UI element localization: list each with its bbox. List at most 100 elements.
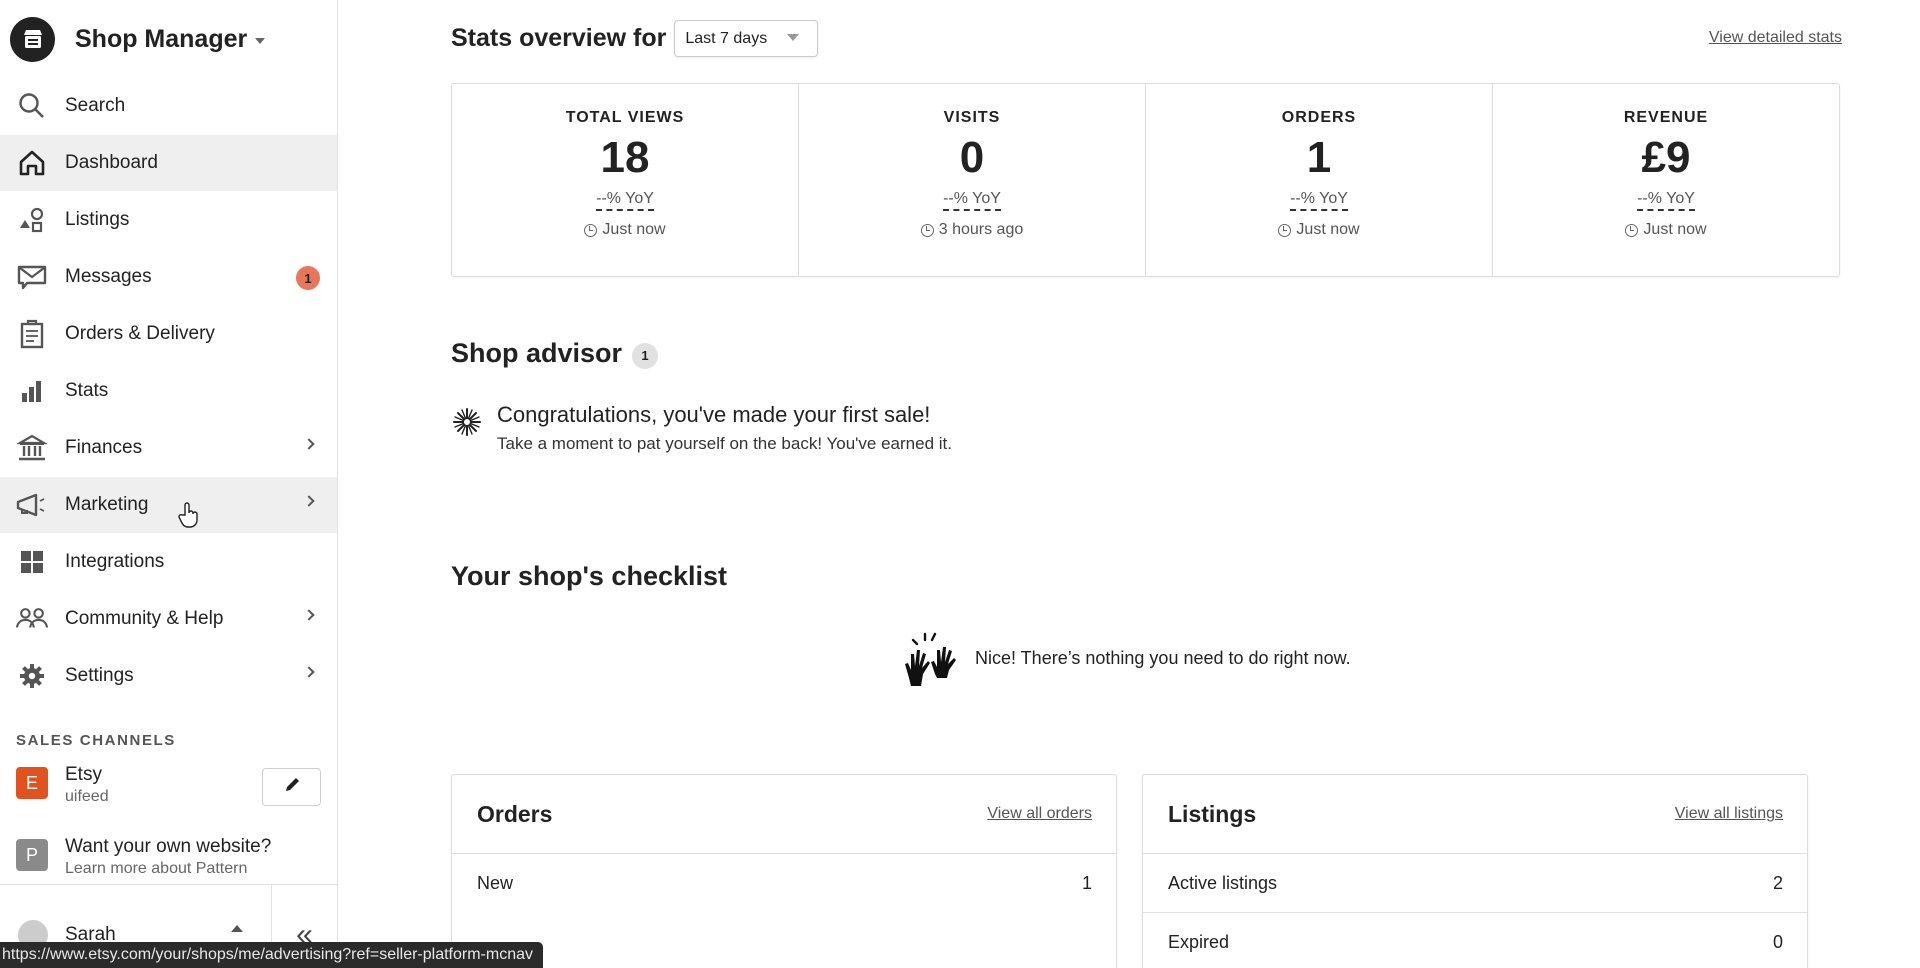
grid-icon xyxy=(16,546,48,578)
stat-yoy[interactable]: --% YoY xyxy=(596,189,654,211)
view-all-orders-link[interactable]: View all orders xyxy=(987,805,1092,823)
listings-row-active[interactable]: Active listings 2 xyxy=(1143,854,1807,913)
stat-label: TOTAL VIEWS xyxy=(565,109,685,126)
sidebar-item-stats[interactable]: Stats xyxy=(0,363,337,419)
stat-updated: Just now xyxy=(602,221,666,238)
channel-name: Want your own website? xyxy=(65,836,272,857)
checklist-title: Your shop's checklist xyxy=(451,561,727,591)
stat-orders[interactable]: ORDERS 1 --% YoY Just now xyxy=(1146,84,1493,276)
advisor-item-title: Congratulations, you've made your first … xyxy=(497,402,931,427)
row-label: New xyxy=(477,873,514,893)
shop-manager-menu[interactable]: Shop Manager xyxy=(0,0,337,78)
stat-updated: Just now xyxy=(1296,221,1360,238)
stat-yoy[interactable]: --% YoY xyxy=(943,189,1001,211)
stat-value: 18 xyxy=(600,133,650,182)
clipboard-icon xyxy=(16,318,48,350)
stat-total-views[interactable]: TOTAL VIEWS 18 --% YoY Just now xyxy=(452,84,799,276)
sidebar-item-label: Integrations xyxy=(65,551,165,572)
clock-icon xyxy=(920,223,934,237)
sidebar-item-label: Listings xyxy=(65,209,130,230)
sidebar-item-dashboard[interactable]: Dashboard xyxy=(0,135,337,191)
bank-icon xyxy=(16,432,48,464)
sidebar-item-label: Dashboard xyxy=(65,152,158,173)
clock-icon xyxy=(584,223,598,237)
sidebar-item-finances[interactable]: Finances xyxy=(0,420,337,476)
sidebar-item-label: Finances xyxy=(65,437,143,458)
caret-down-icon xyxy=(787,34,800,41)
sales-channels-heading: SALES CHANNELS xyxy=(16,732,176,749)
sidebar-item-marketing[interactable]: Marketing xyxy=(0,477,337,533)
caret-down-icon xyxy=(255,37,266,44)
pattern-channel-icon: P xyxy=(16,839,48,871)
clock-icon xyxy=(1278,223,1292,237)
row-value: 2 xyxy=(1772,872,1783,893)
stat-yoy[interactable]: --% YoY xyxy=(1637,189,1695,211)
caret-up-icon xyxy=(231,925,243,932)
envelope-icon xyxy=(16,261,48,293)
row-label: Active listings xyxy=(1168,872,1278,893)
sparkle-burst-icon xyxy=(451,406,483,438)
stat-label: REVENUE xyxy=(1623,109,1709,126)
hand-cursor-icon xyxy=(178,502,200,533)
listings-row-expired[interactable]: Expired 0 xyxy=(1143,913,1807,968)
sidebar-item-label: Search xyxy=(65,95,126,116)
main-content: Stats overview for Last 7 days View deta… xyxy=(338,0,1920,968)
sidebar-item-settings[interactable]: Settings xyxy=(0,648,337,704)
chevron-right-icon xyxy=(303,609,315,621)
sidebar-item-orders-delivery[interactable]: Orders & Delivery xyxy=(0,306,337,362)
bar-chart-icon xyxy=(16,375,48,407)
row-value: 0 xyxy=(1772,932,1783,952)
sidebar-item-listings[interactable]: Listings xyxy=(0,192,337,248)
shapes-icon xyxy=(16,204,48,236)
clock-icon xyxy=(1625,223,1639,237)
shop-logo-icon xyxy=(10,16,55,62)
checklist-empty-state: Nice! There’s nothing you need to do rig… xyxy=(901,628,1351,688)
stats-overview-card: TOTAL VIEWS 18 --% YoY Just now VISITS 0… xyxy=(451,83,1840,277)
sidebar-item-label: Settings xyxy=(65,665,134,686)
stats-title: Stats overview for xyxy=(451,24,667,52)
advisor-item-subtitle: Take a moment to pat yourself on the bac… xyxy=(497,434,952,453)
stat-value: 1 xyxy=(1306,133,1332,182)
sidebar: Shop Manager Search Dashboard Listings M… xyxy=(0,0,338,968)
channel-link: Learn more about Pattern xyxy=(65,860,248,877)
checklist-empty-message: Nice! There’s nothing you need to do rig… xyxy=(975,647,1351,668)
sidebar-item-label: Community & Help xyxy=(65,608,224,629)
sidebar-item-search[interactable]: Search xyxy=(0,78,337,134)
gear-icon xyxy=(16,660,48,692)
sidebar-item-community-help[interactable]: Community & Help xyxy=(0,591,337,647)
chevron-right-icon xyxy=(303,438,315,450)
sidebar-item-label: Marketing xyxy=(65,494,149,515)
sidebar-item-label: Stats xyxy=(65,380,109,401)
channel-pattern[interactable]: P Want your own website? Learn more abou… xyxy=(16,836,271,880)
sidebar-item-messages[interactable]: Messages 1 xyxy=(0,249,337,305)
date-range-select[interactable]: Last 7 days xyxy=(674,20,819,57)
view-detailed-stats-link[interactable]: View detailed stats xyxy=(1709,29,1842,47)
orders-row-new[interactable]: New 1 xyxy=(452,854,1116,913)
row-label: Expired xyxy=(1168,932,1230,952)
orders-panel: Orders View all orders New 1 xyxy=(451,774,1117,968)
channel-etsy[interactable]: E Etsy uifeed xyxy=(16,764,109,808)
stat-revenue[interactable]: REVENUE £9 --% YoY Just now xyxy=(1493,84,1839,276)
stat-yoy[interactable]: --% YoY xyxy=(1290,189,1348,211)
view-all-listings-link[interactable]: View all listings xyxy=(1675,805,1783,823)
advisor-count-badge: 1 xyxy=(632,342,659,369)
shop-advisor-title: Shop advisor xyxy=(451,338,623,368)
listings-panel-title: Listings xyxy=(1168,800,1257,827)
orders-panel-title: Orders xyxy=(477,800,553,827)
edit-channel-button[interactable] xyxy=(262,768,321,806)
stat-label: VISITS xyxy=(943,109,1001,126)
search-icon xyxy=(16,90,48,122)
stats-header: Stats overview for Last 7 days xyxy=(451,20,819,57)
sidebar-item-integrations[interactable]: Integrations xyxy=(0,534,337,590)
sidebar-item-label: Messages xyxy=(65,266,152,287)
chevron-right-icon xyxy=(303,495,315,507)
sidebar-item-label: Orders & Delivery xyxy=(65,323,215,344)
channel-shop-name: uifeed xyxy=(65,788,109,805)
channel-name: Etsy xyxy=(65,764,102,785)
listings-panel: Listings View all listings Active listin… xyxy=(1142,774,1808,968)
megaphone-icon xyxy=(16,489,48,521)
advisor-item: Congratulations, you've made your first … xyxy=(451,400,952,454)
unread-messages-badge: 1 xyxy=(296,266,320,290)
etsy-channel-icon: E xyxy=(16,767,48,799)
stat-visits[interactable]: VISITS 0 --% YoY 3 hours ago xyxy=(799,84,1146,276)
